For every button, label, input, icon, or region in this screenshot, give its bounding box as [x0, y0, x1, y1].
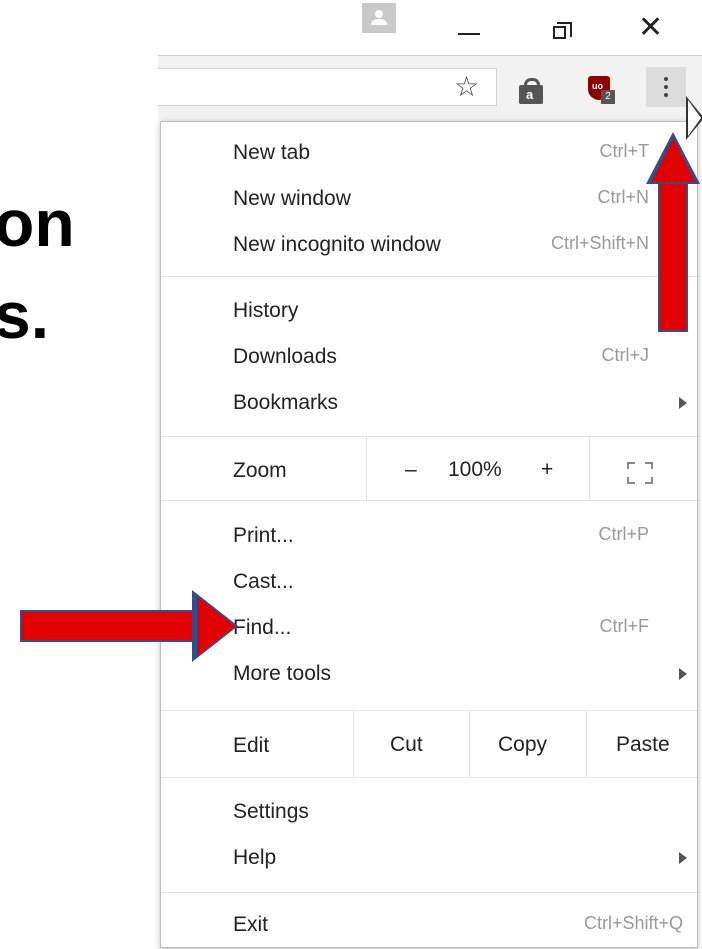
paste-button[interactable]: Paste	[616, 733, 670, 757]
minimize-button[interactable]	[452, 8, 488, 44]
menu-item-label: Zoom	[233, 459, 287, 482]
menu-item-history[interactable]: History	[161, 289, 697, 335]
menu-item-label: Exit	[233, 913, 269, 936]
menu-item-help[interactable]: Help	[161, 836, 697, 882]
menu-item-label: Edit	[233, 734, 270, 757]
menu-item-label: Cast...	[233, 570, 294, 593]
chrome-main-menu: New tab Ctrl+T New window Ctrl+N New inc…	[160, 121, 698, 948]
ublock-shield-icon[interactable]: uo 2	[588, 76, 615, 104]
menu-item-settings[interactable]: Settings	[161, 790, 697, 836]
menu-item-new-tab[interactable]: New tab Ctrl+T	[161, 131, 697, 177]
zoom-divider	[589, 437, 590, 500]
menu-item-new-incognito-window[interactable]: New incognito window Ctrl+Shift+N	[161, 223, 697, 269]
menu-separator	[161, 892, 697, 893]
menu-item-label: New incognito window	[233, 233, 441, 256]
three-dot-menu-icon	[664, 77, 668, 81]
menu-item-shortcut: Ctrl+T	[599, 141, 650, 161]
extension-letter: a	[526, 87, 534, 102]
menu-item-label: More tools	[233, 662, 332, 685]
browser-menu-button[interactable]	[646, 67, 686, 107]
menu-item-bookmarks[interactable]: Bookmarks	[161, 381, 697, 427]
menu-item-label: New tab	[233, 141, 311, 164]
menu-separator	[161, 777, 697, 778]
close-icon: ✕	[638, 10, 664, 45]
ublock-count-badge: 2	[601, 90, 615, 104]
zoom-divider	[366, 437, 367, 500]
slide-text-line-1: on	[0, 186, 75, 260]
menu-item-label: Downloads	[233, 345, 337, 368]
menu-item-exit[interactable]: Exit Ctrl+Shift+Q	[161, 903, 697, 949]
menu-separator	[161, 276, 697, 277]
minimize-icon	[458, 33, 480, 35]
zoom-out-button[interactable]: –	[405, 458, 417, 482]
restore-button[interactable]	[545, 8, 581, 44]
menu-item-shortcut: Ctrl+N	[597, 187, 649, 207]
menu-item-find[interactable]: Find... Ctrl+F	[161, 606, 697, 652]
window-titlebar	[158, 0, 702, 55]
submenu-arrow-icon	[679, 397, 687, 409]
browser-toolbar: ☆ a uo 2	[158, 55, 702, 122]
fullscreen-icon[interactable]	[627, 462, 653, 484]
menu-item-new-window[interactable]: New window Ctrl+N	[161, 177, 697, 223]
menu-separator	[161, 500, 697, 501]
copy-button[interactable]: Copy	[498, 733, 547, 757]
address-bar[interactable]: ☆	[158, 68, 497, 106]
zoom-in-button[interactable]: +	[541, 458, 553, 482]
menu-item-label: Settings	[233, 800, 309, 823]
edit-divider	[353, 711, 354, 777]
zoom-level: 100%	[448, 458, 502, 481]
menu-item-more-tools[interactable]: More tools	[161, 652, 697, 698]
menu-item-downloads[interactable]: Downloads Ctrl+J	[161, 335, 697, 381]
menu-item-zoom: Zoom	[161, 449, 697, 495]
menu-separator	[161, 710, 697, 711]
bookmark-star-icon[interactable]: ☆	[454, 69, 479, 105]
edit-divider	[586, 711, 587, 777]
menu-item-shortcut: Ctrl+Shift+Q	[583, 913, 683, 933]
menu-item-print[interactable]: Print... Ctrl+P	[161, 514, 697, 560]
menu-item-shortcut: Ctrl+J	[601, 345, 649, 365]
menu-item-label: Help	[233, 846, 277, 869]
menu-item-cast[interactable]: Cast...	[161, 560, 697, 606]
shopping-bag-icon[interactable]: a	[518, 78, 544, 104]
menu-item-label: History	[233, 299, 299, 322]
menu-item-shortcut: Ctrl+F	[599, 616, 650, 636]
menu-item-shortcut: Ctrl+Shift+N	[550, 233, 649, 253]
slide-text-line-2: s.	[0, 278, 50, 352]
menu-item-label: New window	[233, 187, 351, 210]
edit-divider	[469, 711, 470, 777]
close-button[interactable]: ✕	[634, 8, 670, 45]
submenu-arrow-icon	[679, 668, 687, 680]
annotation-arrow-up	[646, 132, 700, 337]
menu-separator	[161, 436, 697, 437]
menu-item-shortcut: Ctrl+P	[598, 524, 649, 544]
menu-item-label: Print...	[233, 524, 294, 547]
menu-item-label: Find...	[233, 616, 292, 639]
menu-item-label: Bookmarks	[233, 391, 339, 414]
profile-icon[interactable]	[362, 3, 396, 33]
submenu-arrow-icon	[679, 852, 687, 864]
annotation-arrow-right	[20, 590, 240, 662]
cut-button[interactable]: Cut	[390, 733, 423, 757]
